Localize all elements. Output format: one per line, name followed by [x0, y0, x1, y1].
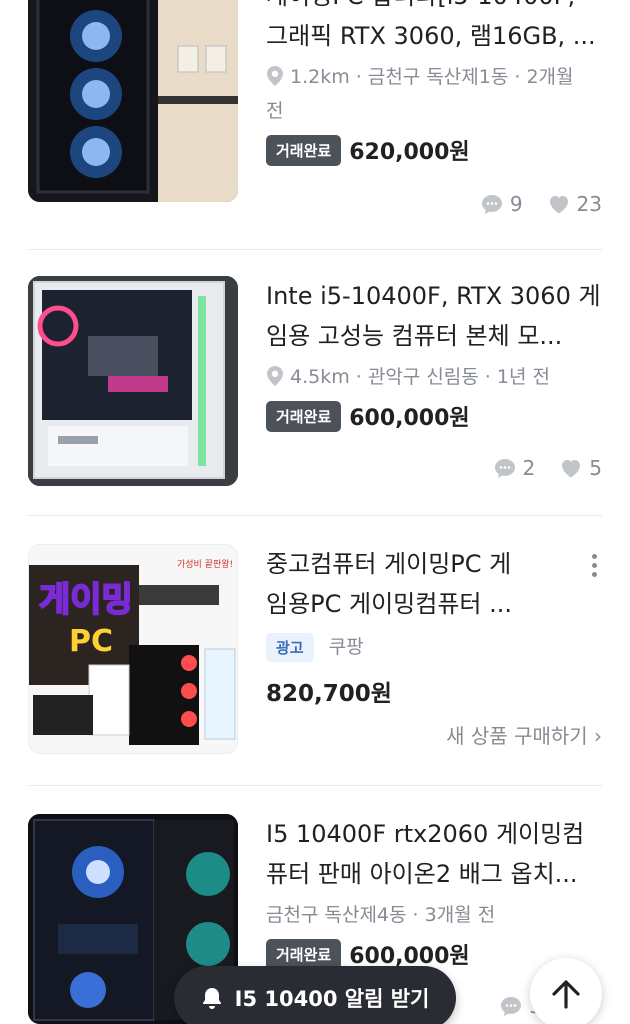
chat-bubble-icon [481, 195, 502, 214]
item-stats: 9 23 [480, 192, 602, 216]
buy-new-link[interactable]: 새 상품 구매하기 › [446, 720, 602, 749]
item-meta: 1.2km · 금천구 독산제1동 · 2개월 전 [266, 66, 574, 122]
chat-count: 2 [522, 456, 536, 480]
keyword-alert-button[interactable]: I5 10400 알림 받기 [174, 966, 456, 1024]
ad-badge: 광고 [266, 633, 314, 662]
divider [28, 515, 602, 516]
ad-image-text-main: 게이밍 [39, 580, 133, 620]
ad-item[interactable]: 게이밍 PC 가성비 끝판왕! 중고컴퓨터 게이밍PC 게 임용PC 게이밍컴퓨… [28, 544, 602, 756]
ad-seller: 쿠팡 [328, 636, 364, 658]
chat-bubble-icon [501, 997, 522, 1016]
status-badge: 거래완료 [266, 134, 342, 166]
list-item[interactable]: 게이밍PC 팝니다[i5-10400F, 그래픽 RTX 3060, 램16GB… [28, 0, 602, 226]
item-title[interactable]: Inte i5-10400F, RTX 3060 게 임용 고성능 컴퓨터 본체… [266, 276, 602, 356]
location-pin-icon [267, 366, 283, 386]
item-meta: 금천구 독산제4동 · 3개월 전 [266, 904, 496, 926]
item-title[interactable]: I5 10400F rtx2060 게이밍컴 퓨터 판매 아이온2 배그 옵치.… [266, 814, 602, 894]
scroll-top-button[interactable] [530, 958, 602, 1024]
ad-image-text-sub: PC [69, 624, 113, 659]
list-item[interactable]: Inte i5-10400F, RTX 3060 게 임용 고성능 컴퓨터 본체… [28, 276, 602, 488]
location-pin-icon [267, 66, 283, 86]
chat-count: 9 [509, 192, 523, 216]
divider [28, 249, 602, 250]
like-count: 5 [589, 456, 602, 480]
item-price: 620,000원 [349, 140, 470, 165]
keyword-alert-label: I5 10400 알림 받기 [234, 987, 430, 1011]
ad-image-text-corner: 가성비 끝판왕! [177, 559, 233, 570]
product-thumbnail[interactable] [28, 0, 238, 202]
item-title[interactable]: 게이밍PC 팝니다[i5-10400F, 그래픽 RTX 3060, 램16GB… [266, 0, 602, 56]
status-badge: 거래완료 [266, 400, 342, 432]
product-thumbnail[interactable] [28, 276, 238, 486]
kebab-menu-icon[interactable] [584, 550, 604, 584]
ad-title[interactable]: 중고컴퓨터 게이밍PC 게 임용PC 게이밍컴퓨터 ... [266, 544, 602, 624]
arrow-up-icon [552, 980, 580, 1009]
like-count: 23 [576, 192, 602, 216]
bell-icon [202, 988, 221, 1009]
item-stats: 2 5 [493, 456, 602, 480]
heart-icon [562, 460, 581, 478]
chat-bubble-icon [494, 459, 515, 478]
item-price: 600,000원 [349, 406, 470, 431]
item-meta: 4.5km · 관악구 신림동 · 1년 전 [266, 360, 602, 394]
divider [28, 785, 602, 786]
status-badge: 거래완료 [266, 938, 342, 970]
heart-icon [549, 196, 568, 214]
ad-price: 820,700원 [266, 681, 392, 707]
ad-thumbnail[interactable]: 게이밍 PC 가성비 끝판왕! [28, 544, 238, 754]
